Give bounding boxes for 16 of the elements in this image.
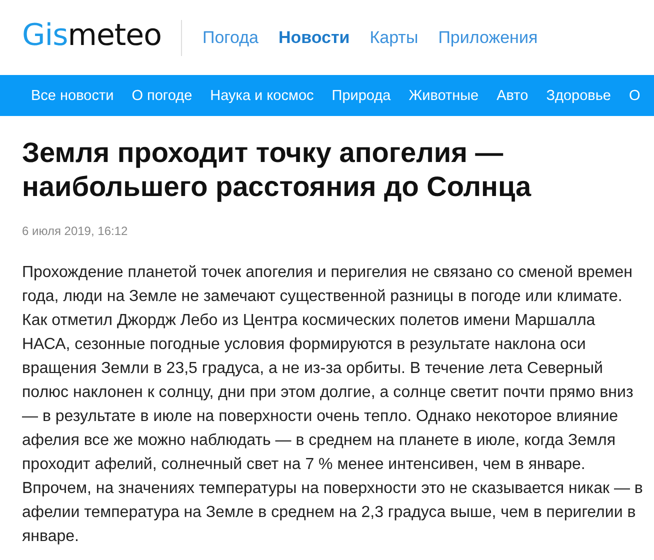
nav-link[interactable]: Приложения — [438, 28, 538, 48]
category-link[interactable]: О погоде — [132, 88, 192, 104]
category-link[interactable]: Все новости — [31, 88, 114, 104]
article-paragraph: Прохождение планетой точек апогелия и перигелия не связано со сменой времен года, люди на Земле не замечают существенной разницы в погоде или климате. Как отметил Джордж Лебо из Центра космических полетов имени Маршалла НАСА, сезонные погодные условия формируются в результате наклона оси вращения Земли в 23,5 градуса, а не из-за орбиты. В течение лета Северный полюс наклонен к солнцу, дни при этом долгие, а солнце светит почти прямо вниз — в результате в июле на поверхности очень тепло. Однако некоторое влияние афелия все же можно наблюдать — в среднем на планете в июле, когда Земля проходит афелий, солнечный свет на 7 % менее интенсивен, чем в январе. Впрочем, на значениях температуры на поверхности это не сказывается никак — в афелии температура на Земле в среднем на 2,3 градуса выше, чем в перигелии в январе. — [22, 263, 644, 547]
nav-link[interactable]: Погода — [202, 28, 258, 48]
nav-link[interactable]: Новости — [278, 28, 350, 48]
category-link[interactable]: Природа — [332, 88, 391, 104]
category-link[interactable]: Наука и космос — [210, 88, 314, 104]
category-link[interactable]: Авто — [496, 88, 528, 104]
category-link[interactable]: Животные — [408, 88, 479, 104]
article-title: Земля проходит точку апогелия — наибольшего расстояния до Солнца — [22, 136, 532, 204]
article-date: 6 июля 2019, 16:12 — [22, 224, 129, 238]
category-link[interactable]: Здоровье — [546, 88, 611, 104]
logo[interactable]: Gismeteo — [22, 18, 162, 57]
nav-link[interactable]: Карты — [370, 28, 418, 48]
category-link[interactable]: О — [628, 88, 640, 104]
